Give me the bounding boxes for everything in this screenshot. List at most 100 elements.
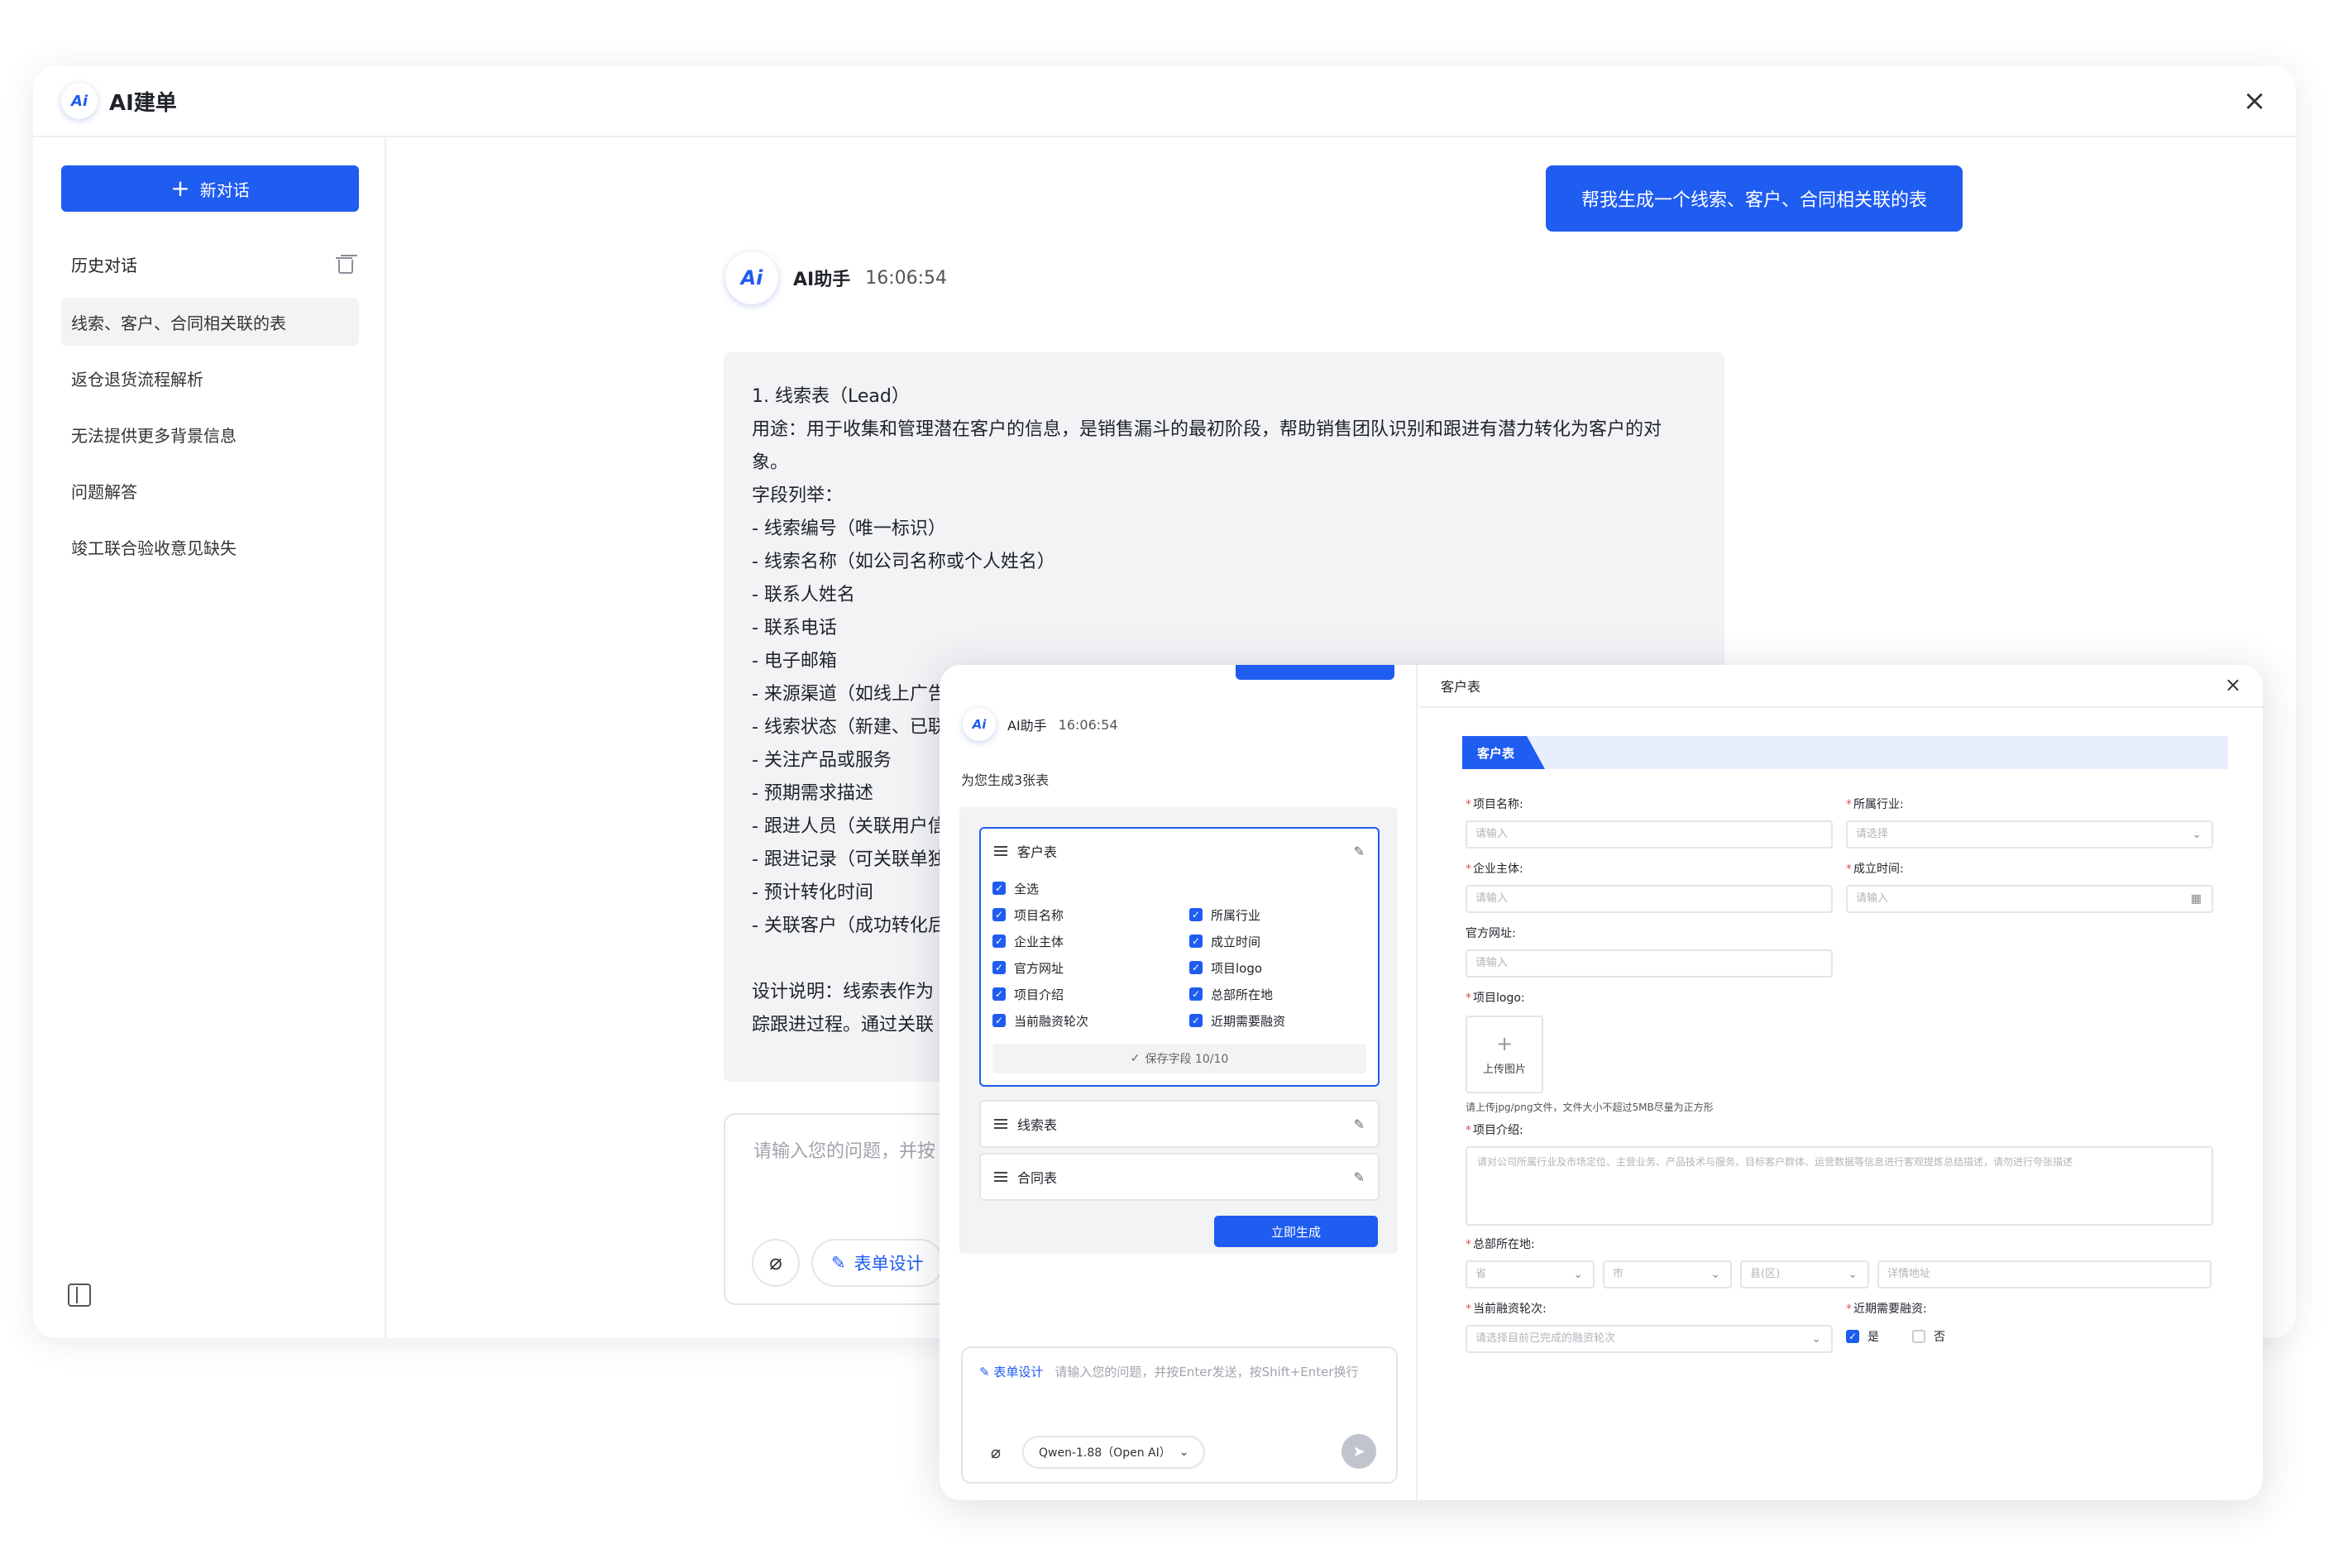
user-message: 帮我生成一个线索、客户、合同相关联的表 (1546, 165, 1963, 232)
generate-now-button[interactable]: 立即生成 (1214, 1216, 1378, 1247)
field-checkbox[interactable]: ✓ 官方网址 (992, 956, 1189, 979)
upload-hint: 请上传jpg/png文件，文件大小不超过5MB尽量为正方形 (1466, 1102, 1714, 1113)
chevron-down-icon: ⌄ (1573, 1268, 1583, 1281)
save-fields-button[interactable]: ✓ 保存字段 10/10 (992, 1044, 1366, 1073)
no-checkbox[interactable] (1912, 1330, 1925, 1343)
founded-date-input[interactable]: 请输入 ▦ (1846, 885, 2213, 913)
field-label: * 项目介绍: (1466, 1124, 1523, 1137)
chevron-down-icon: ⌄ (1811, 1332, 1821, 1346)
history-item[interactable]: 无法提供更多背景信息 (61, 410, 359, 458)
table-card-contract[interactable]: 合同表 ✎ (979, 1153, 1380, 1201)
field-label: * 项目名称: (1466, 798, 1523, 811)
entity-input[interactable]: 请输入 (1466, 885, 1833, 913)
intro-textarea[interactable]: 请对公司所属行业及市场定位、主营业务、产品技术与服务、目标客户群体、运营数据等信… (1466, 1146, 2213, 1226)
field-checkbox[interactable]: ✓ 项目名称 (992, 903, 1189, 926)
app-logo: Ai (61, 83, 98, 119)
edit-icon[interactable]: ✎ (1354, 844, 1365, 859)
table-card-lead[interactable]: 线索表 ✎ (979, 1100, 1380, 1148)
chevron-down-icon: ⌄ (1710, 1268, 1720, 1281)
new-chat-label: 新对话 (199, 179, 250, 200)
ai-name: AI助手 (1007, 718, 1047, 734)
form-panel-header: 客户表 × (1419, 665, 2263, 708)
project-name-input[interactable]: 请输入 (1466, 820, 1833, 849)
field-label: * 企业主体: (1466, 863, 1523, 876)
field-checkbox[interactable]: ✓ 项目介绍 (992, 982, 1189, 1006)
upload-image-button[interactable]: + 上传图片 (1466, 1016, 1543, 1093)
close-icon[interactable]: × (2225, 673, 2241, 696)
answer-line: - 线索编号（唯一标识） (752, 519, 946, 539)
answer-line: - 联系人姓名 (752, 585, 855, 605)
history-header: 历史对话 (71, 251, 353, 276)
form-design-button[interactable]: ✎ 表单设计 (811, 1239, 944, 1287)
window-title: AI建单 (109, 90, 177, 116)
new-chat-button[interactable]: + 新对话 (61, 165, 359, 212)
close-icon[interactable]: × (2238, 84, 2271, 117)
form-preview-panel: 客户表 × 客户表 * 项目名称: 请输入 * 所属行业: 请选择 ⌄ * 企业主体: … (1419, 665, 2263, 1500)
ai-name: AI助手 (793, 270, 851, 290)
table-name: 客户表 (1017, 844, 1058, 860)
field-checkbox[interactable]: ✓ 企业主体 (992, 930, 1189, 953)
section-title: 客户表 (1462, 736, 1545, 769)
form-design-button[interactable]: ✎ 表单设计 (979, 1363, 1043, 1380)
checkbox-label: 项目名称 (1014, 907, 1064, 923)
county-select[interactable]: 县(区) ⌄ (1740, 1260, 1869, 1288)
sidebar-toggle-icon[interactable] (68, 1284, 91, 1307)
list-icon (994, 1172, 1007, 1182)
edit-icon[interactable]: ✎ (1354, 1116, 1365, 1132)
answer-line: 象。 (752, 452, 789, 473)
address-detail-input[interactable]: 详情地址 (1877, 1260, 2212, 1288)
field-website: 官方网址: 请输入 (1466, 925, 1833, 978)
field-industry: * 所属行业: 请选择 ⌄ (1846, 796, 2213, 849)
check-icon: ✓ (992, 935, 1006, 948)
send-icon[interactable]: ➤ (1341, 1434, 1376, 1469)
industry-select[interactable]: 请选择 ⌄ (1846, 820, 2213, 849)
yes-label: 是 (1868, 1331, 1879, 1344)
trash-icon[interactable] (336, 255, 353, 274)
history-item[interactable]: 问题解答 (61, 466, 359, 514)
checkbox-label: 全选 (1014, 881, 1040, 896)
website-input[interactable]: 请输入 (1466, 949, 1833, 978)
ai-avatar: Ai (725, 251, 778, 304)
field-intro: * 项目介绍: 请对公司所属行业及市场定位、主营业务、产品技术与服务、目标客户群体… (1466, 1121, 2213, 1226)
history-item[interactable]: 线索、客户、合同相关联的表 (61, 298, 359, 346)
history-item[interactable]: 竣工联合验收意见缺失 (61, 523, 359, 571)
form-panel-title: 客户表 (1441, 679, 1481, 695)
check-icon: ✓ (992, 987, 1006, 1001)
field-label: * 成立时间: (1846, 863, 1904, 876)
check-icon: ✓ (992, 882, 1006, 895)
answer-line: - 联系电话 (752, 618, 837, 638)
table-card-header: 合同表 ✎ (981, 1154, 1378, 1199)
save-fields-label: 保存字段 10/10 (1145, 1053, 1229, 1066)
table-name: 线索表 (1017, 1117, 1058, 1133)
form-design-icon: ✎ (831, 1253, 846, 1273)
checkbox-label: 成立时间 (1211, 934, 1261, 949)
checkbox-label: 总部所在地 (1211, 987, 1274, 1002)
field-checkbox[interactable]: ✓ 成立时间 (1189, 930, 1371, 953)
field-project-name: * 项目名称: 请输入 (1466, 796, 1833, 849)
list-icon (994, 846, 1007, 856)
field-checkbox[interactable]: ✓ 近期需要融资 (1189, 1009, 1371, 1032)
funding-round-select[interactable]: 请选择目前已完成的融资轮次 ⌄ (1466, 1325, 1833, 1353)
field-logo: * 项目logo: + 上传图片 请上传jpg/png文件，文件大小不超过5MB尽… (1466, 989, 1833, 1114)
answer-line: 字段列举： (752, 485, 844, 506)
field-checkbox[interactable]: ✓ 所属行业 (1189, 903, 1371, 926)
history-item[interactable]: 返仓退货流程解析 (61, 354, 359, 402)
city-select[interactable]: 市 ⌄ (1603, 1260, 1732, 1288)
checkbox-label: 企业主体 (1014, 934, 1064, 949)
field-checkbox[interactable]: ✓ 总部所在地 (1189, 982, 1371, 1006)
attach-icon[interactable]: ⌀ (752, 1239, 800, 1287)
overlay-chat-input[interactable]: ✎ 表单设计 请输入您的问题，并按Enter发送，按Shift+Enter换行 … (961, 1346, 1398, 1484)
yes-checkbox[interactable]: ✓ (1846, 1330, 1859, 1343)
field-checkbox[interactable]: ✓ 当前融资轮次 (992, 1009, 1189, 1032)
check-icon: ✓ (1189, 908, 1203, 921)
edit-icon[interactable]: ✎ (1354, 1169, 1365, 1185)
checkbox-select-all[interactable]: ✓ 全选 (992, 877, 1189, 900)
check-icon: ✓ (992, 1014, 1006, 1027)
province-select[interactable]: 省 ⌄ (1466, 1260, 1595, 1288)
table-card-customer[interactable]: 客户表 ✎ ✓ 全选 ✓ 项目名称 ✓ 所属行业 ✓ 企业主体 ✓ 成立时间 ✓ 官方网址 … (979, 827, 1380, 1087)
window-header: Ai AI建单 × (33, 66, 2296, 137)
checkbox-label: 近期需要融资 (1211, 1013, 1286, 1029)
attach-icon[interactable]: ⌀ (979, 1436, 1012, 1469)
model-select[interactable]: Qwen-1.88（Open AI） ⌄ (1022, 1436, 1206, 1469)
field-checkbox[interactable]: ✓ 项目logo (1189, 956, 1371, 979)
